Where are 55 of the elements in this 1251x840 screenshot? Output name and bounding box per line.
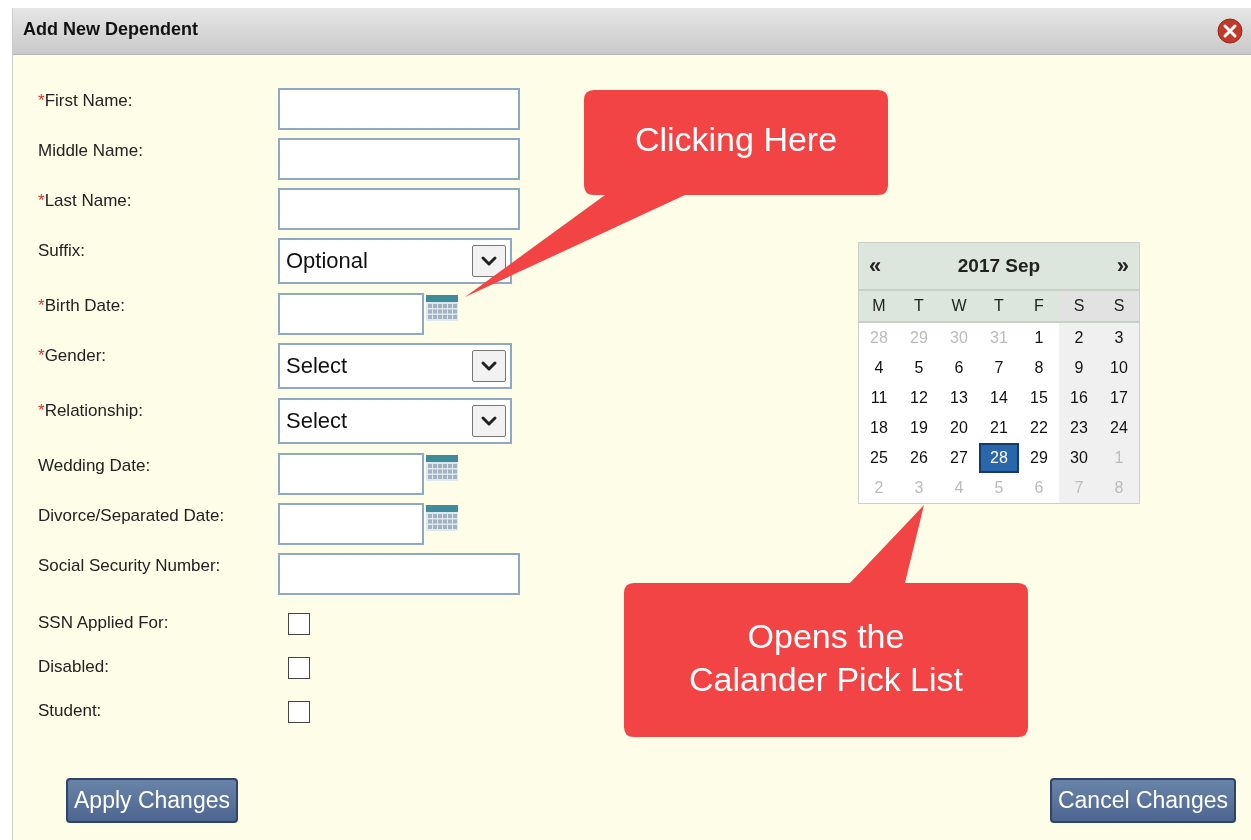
calendar-day[interactable]: 23	[1059, 413, 1099, 443]
dropdown[interactable]: Select	[278, 398, 512, 444]
callout-text: Clicking Here	[633, 119, 839, 160]
weekday-header: T	[979, 291, 1019, 323]
calendar-icon[interactable]	[426, 455, 458, 481]
apply-button[interactable]: Apply Changes	[66, 778, 238, 823]
weekday-header: S	[1099, 291, 1139, 323]
weekday-header: S	[1059, 291, 1099, 323]
field-label: SSN Applied For:	[38, 613, 170, 633]
calendar-icon[interactable]	[426, 295, 458, 321]
dropdown[interactable]: Optional	[278, 238, 512, 284]
dropdown[interactable]: Select	[278, 343, 512, 389]
calendar-day[interactable]: 28	[979, 443, 1019, 473]
field-label: *Relationship:	[38, 401, 144, 421]
field-label: *First Name:	[38, 91, 134, 111]
next-month-button[interactable]: »	[1116, 253, 1129, 279]
calendar-day[interactable]: 2	[1059, 323, 1099, 353]
calendar-day[interactable]: 16	[1059, 383, 1099, 413]
calendar-day[interactable]: 30	[1059, 443, 1099, 473]
field-label: Disabled:	[38, 657, 110, 677]
text-field[interactable]	[278, 188, 520, 230]
weekday-header: F	[1019, 291, 1059, 323]
weekday-header: T	[899, 291, 939, 323]
date-field[interactable]	[278, 453, 424, 495]
field-label: *Gender:	[38, 346, 108, 366]
field-label: Student:	[38, 701, 103, 721]
checkbox[interactable]	[288, 701, 310, 723]
field-label: *Last Name:	[38, 191, 133, 211]
weekday-header: M	[859, 291, 899, 323]
text-field[interactable]	[278, 553, 520, 595]
text-field[interactable]	[278, 138, 520, 180]
calendar-icon[interactable]	[426, 505, 458, 531]
calendar-day[interactable]: 24	[1099, 413, 1139, 443]
field-label: Wedding Date:	[38, 456, 152, 476]
callout-text: Opens the Calander Pick List	[688, 616, 964, 700]
text-field[interactable]	[278, 88, 520, 130]
checkbox[interactable]	[288, 613, 310, 635]
field-label: Divorce/Separated Date:	[38, 506, 226, 526]
field-label: *Birth Date:	[38, 296, 126, 316]
calendar-title: 2017 Sep	[957, 255, 1041, 277]
calendar-day[interactable]: 17	[1099, 383, 1139, 413]
field-label: Middle Name:	[38, 141, 144, 161]
checkbox[interactable]	[288, 657, 310, 679]
close-icon[interactable]	[1217, 18, 1243, 44]
field-label: Suffix:	[38, 241, 86, 261]
cancel-button[interactable]: Cancel Changes	[1049, 778, 1236, 823]
calendar-day[interactable]: 9	[1059, 353, 1099, 383]
previous-month-button[interactable]: «	[869, 253, 882, 279]
field-label: Social Security Number:	[38, 556, 222, 576]
date-field[interactable]	[278, 503, 424, 545]
calendar-day[interactable]: 3	[1099, 323, 1139, 353]
date-field[interactable]	[278, 293, 424, 335]
calendar-day[interactable]: 10	[1099, 353, 1139, 383]
dialog-title: Add New Dependent	[23, 18, 198, 40]
weekday-header: W	[939, 291, 979, 323]
